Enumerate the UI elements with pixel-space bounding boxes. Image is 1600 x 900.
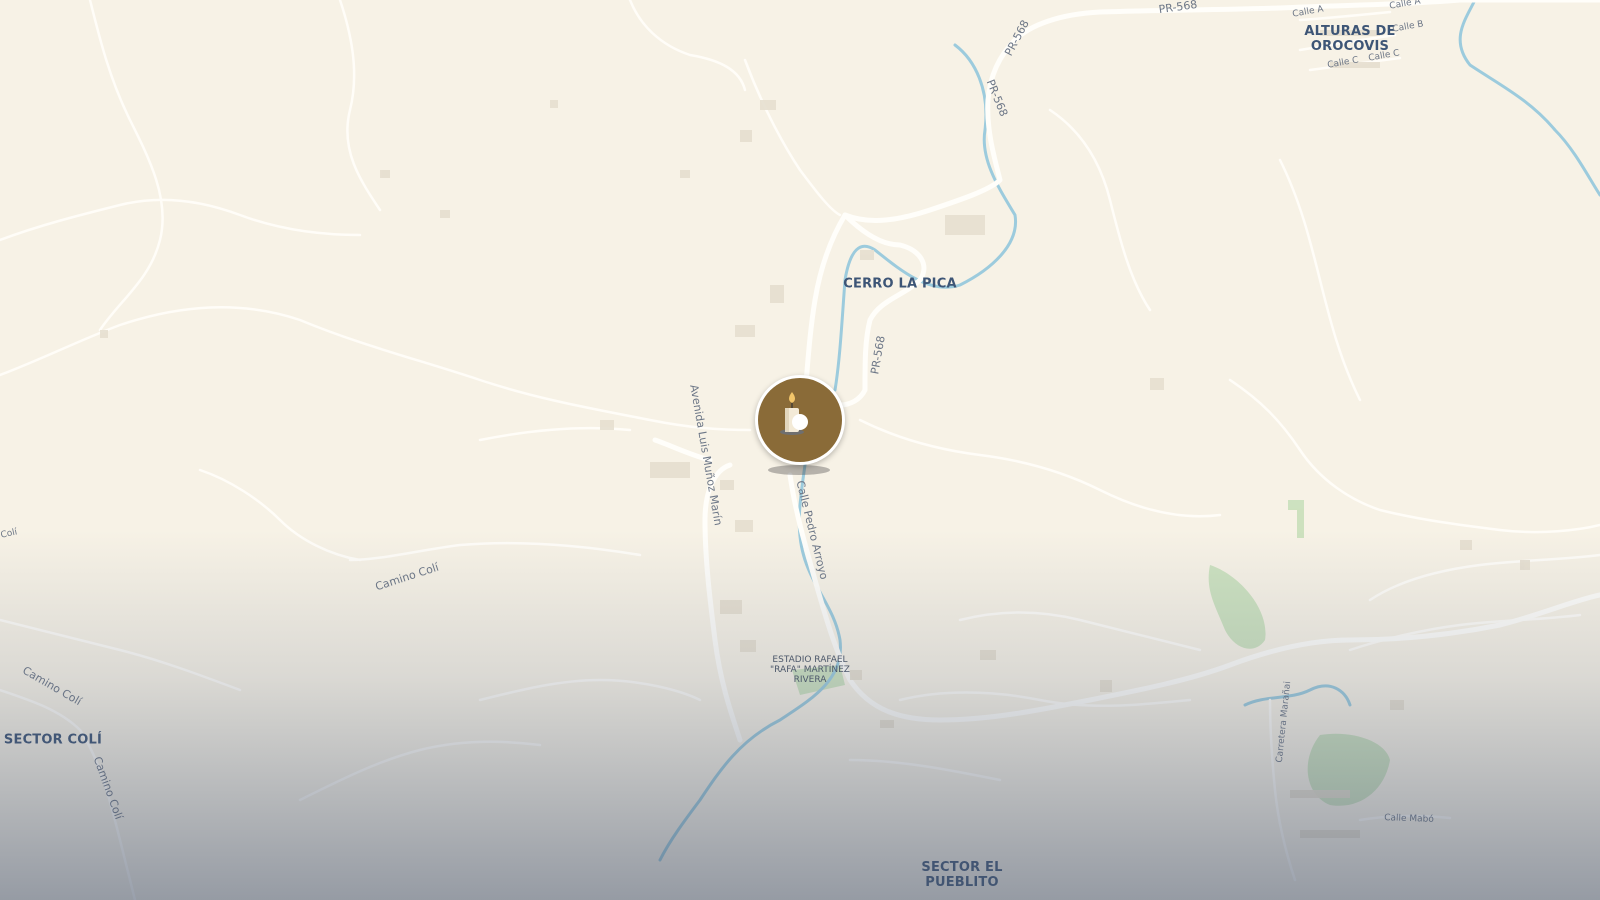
location-marker[interactable] bbox=[755, 375, 845, 465]
place-label-line: SECTOR EL bbox=[921, 860, 1003, 875]
road-label-calle-mabo: Calle Mabó bbox=[1383, 813, 1435, 825]
place-label-sector-coli: SECTOR COLÍ bbox=[3, 732, 103, 748]
marker-disc bbox=[758, 378, 842, 462]
poi-label-line: RIVERA bbox=[793, 675, 827, 685]
place-label-cerro-la-pica: CERRO LA PICA bbox=[843, 276, 957, 292]
poi-label-line: ESTADIO RAFAEL bbox=[772, 655, 848, 665]
marker-center-dot bbox=[792, 414, 808, 430]
place-label-sector-el-pueblito: SECTOR EL PUEBLITO bbox=[921, 860, 1002, 890]
place-label-line: PUEBLITO bbox=[925, 875, 999, 890]
place-label-line: ALTURAS DE bbox=[1304, 24, 1396, 39]
place-label-alturas-de-orocovis: ALTURAS DE OROCOVIS bbox=[1304, 24, 1395, 54]
candle-icon bbox=[780, 392, 806, 435]
poi-label-line: "RAFA" MARTÍNEZ bbox=[770, 665, 850, 675]
poi-label-estadio: ESTADIO RAFAEL "RAFA" MARTÍNEZ RIVERA bbox=[755, 655, 865, 685]
marker-shadow bbox=[768, 465, 830, 475]
